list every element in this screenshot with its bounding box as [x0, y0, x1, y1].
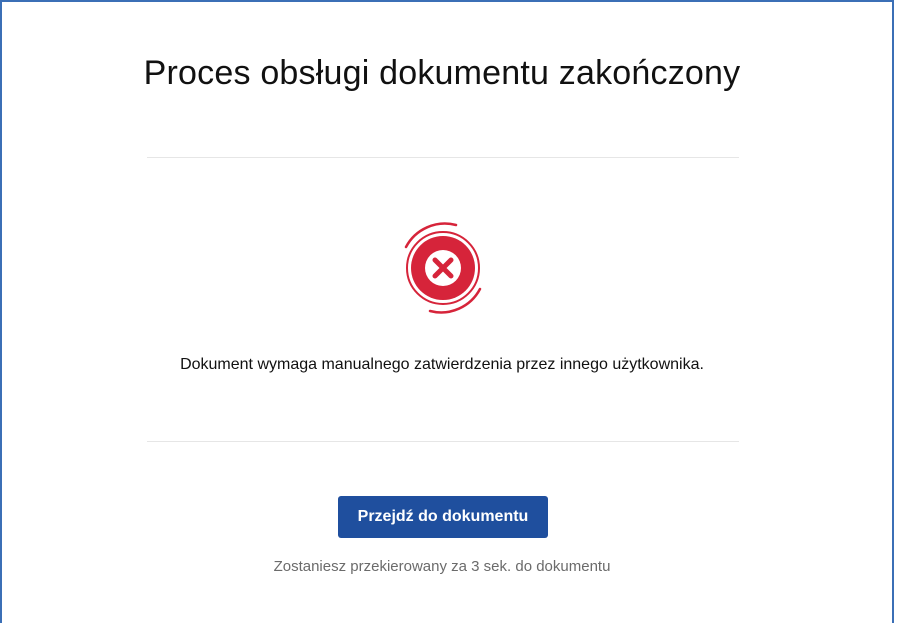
- redirect-note: Zostaniesz przekierowany za 3 sek. do do…: [273, 558, 611, 575]
- error-x-icon: [390, 215, 496, 321]
- page-title: Proces obsługi dokumentu zakończony: [143, 54, 741, 92]
- top-divider: [147, 157, 739, 158]
- bottom-divider: [147, 441, 739, 442]
- go-to-document-button[interactable]: Przejdź do dokumentu: [338, 496, 548, 538]
- dialog-frame: Proces obsługi dokumentu zakończony Doku…: [0, 0, 894, 623]
- status-message: Dokument wymaga manualnego zatwierdzenia…: [180, 356, 704, 373]
